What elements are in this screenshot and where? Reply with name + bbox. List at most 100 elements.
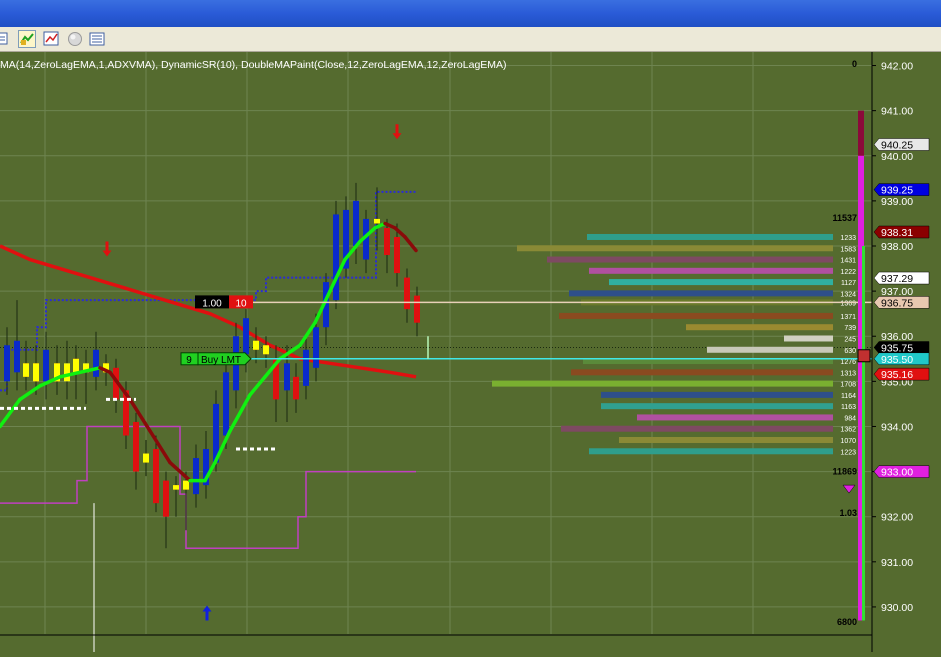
volume-bar [587, 233, 833, 240]
chart-toolbar [0, 27, 941, 52]
volume-bar [784, 335, 833, 342]
fast-ma-line [0, 221, 418, 483]
volume-label: 984 [844, 415, 856, 422]
volume-bar [492, 380, 833, 387]
volume-label: 1583 [840, 246, 856, 253]
position-qty-text: 1.00 [202, 298, 222, 309]
doji-body [64, 363, 70, 382]
volume-bar [517, 245, 833, 252]
candle-body [93, 349, 99, 377]
side-label-upper: 11537 [832, 213, 857, 223]
volume-label: 630 [844, 348, 856, 355]
candle-body [163, 480, 169, 517]
price-chart[interactable]: 1233 1583 1431 1222 1127 1324 1369 1371 739 245 63… [0, 52, 941, 652]
axis-tick-label: 938.00 [881, 241, 913, 253]
axis-tick-label: 939.00 [881, 196, 913, 208]
axis-tick-label: 931.00 [881, 557, 913, 569]
doji-body [253, 340, 259, 350]
volume-bar [601, 403, 833, 410]
candle-body [414, 295, 420, 323]
volume-label: 1313 [840, 370, 856, 377]
fast-ma-segment [403, 235, 418, 253]
signal-arrows [102, 124, 402, 621]
support-line [0, 425, 416, 550]
fast-ma-segment [18, 384, 42, 402]
candle-body [4, 345, 10, 382]
side-label-bottom: 6800 [837, 617, 857, 627]
price-pointer [857, 349, 871, 363]
volume-label: 1431 [840, 258, 856, 265]
fast-ma-segment [58, 370, 82, 379]
candle-body [404, 277, 410, 310]
axis-tick-label: 941.00 [881, 106, 913, 118]
candle-body [353, 200, 359, 246]
indicators-label: MA(14,ZeroLagEMA,1,ADXVMA), DynamicSR(10… [0, 59, 507, 71]
doji-body [143, 453, 149, 463]
sell-arrow-icon [102, 241, 112, 257]
volume-bar [707, 346, 833, 353]
candle-body [303, 349, 309, 386]
volume-label: 1223 [840, 449, 856, 456]
indicators-icon[interactable] [18, 30, 36, 48]
window-titlebar [0, 0, 941, 27]
candle-body [394, 236, 400, 274]
candle-body [193, 458, 199, 495]
volume-label: 739 [844, 325, 856, 332]
volume-bar [589, 267, 833, 274]
fast-ma-segment [248, 375, 267, 397]
properties-icon[interactable] [0, 30, 10, 48]
chart-canvas[interactable]: 1233 1583 1431 1222 1127 1324 1369 1371 739 245 63… [0, 52, 941, 652]
volume-bar [686, 324, 833, 331]
volume-label: 1371 [840, 314, 856, 321]
price-axis[interactable]: 942.00941.00940.00939.00938.00937.00936.… [871, 52, 941, 652]
volume-label: 1222 [840, 269, 856, 276]
candle-body [223, 372, 229, 436]
doji-body [183, 480, 189, 490]
volume-label: 1276 [840, 359, 856, 366]
fast-ma-segment [298, 320, 317, 348]
candle-body [133, 421, 139, 472]
volume-profile: 1233 1583 1431 1222 1127 1324 1369 1371 739 245 63… [492, 233, 856, 456]
price-flag-label: 938.31 [881, 227, 913, 239]
volume-label: 1362 [840, 427, 856, 434]
axis-tick-label: 934.00 [881, 421, 913, 433]
price-flag-label: 937.29 [881, 273, 913, 285]
doji-body [263, 345, 269, 355]
side-label-top: 0 [852, 59, 857, 69]
candle-body [14, 340, 20, 373]
volume-label: 1233 [840, 235, 856, 242]
data-box-icon[interactable] [88, 30, 106, 48]
candle-body [284, 363, 290, 391]
price-flag-label: 933.00 [881, 467, 913, 479]
doji-body [33, 363, 39, 382]
candle-body [293, 376, 299, 400]
doji-body [374, 218, 380, 224]
candle-body [384, 227, 390, 256]
price-flag-label: 940.25 [881, 139, 913, 151]
fast-ma-segment [0, 397, 22, 429]
volume-bar [589, 448, 833, 455]
volume-label: 1708 [840, 382, 856, 389]
volume-bar [571, 369, 833, 376]
volume-label: 1127 [841, 280, 856, 287]
volume-label: 1070 [840, 438, 856, 445]
volume-bar [601, 391, 833, 398]
axis-tick-label: 940.00 [881, 151, 913, 163]
axis-tick-label: 942.00 [881, 61, 913, 73]
doji-body [173, 485, 179, 490]
volume-bar [609, 279, 833, 286]
side-label-lower: 11869 [832, 467, 857, 477]
globe-icon[interactable] [66, 30, 84, 48]
axis-tick-label: 930.00 [881, 602, 913, 614]
candle-body [153, 449, 159, 504]
volume-label: 245 [844, 336, 856, 343]
strategy-icon[interactable] [42, 30, 60, 48]
price-flag-label: 935.16 [881, 369, 913, 381]
side-label-ratio: 1.03 [839, 508, 857, 518]
volume-bar [619, 437, 833, 443]
volume-label: 1163 [841, 404, 856, 411]
volume-label: 1324 [840, 291, 856, 298]
volume-label: 1369 [840, 300, 856, 307]
price-flag-label: 939.25 [881, 185, 913, 197]
buy-arrow-icon [202, 605, 212, 621]
